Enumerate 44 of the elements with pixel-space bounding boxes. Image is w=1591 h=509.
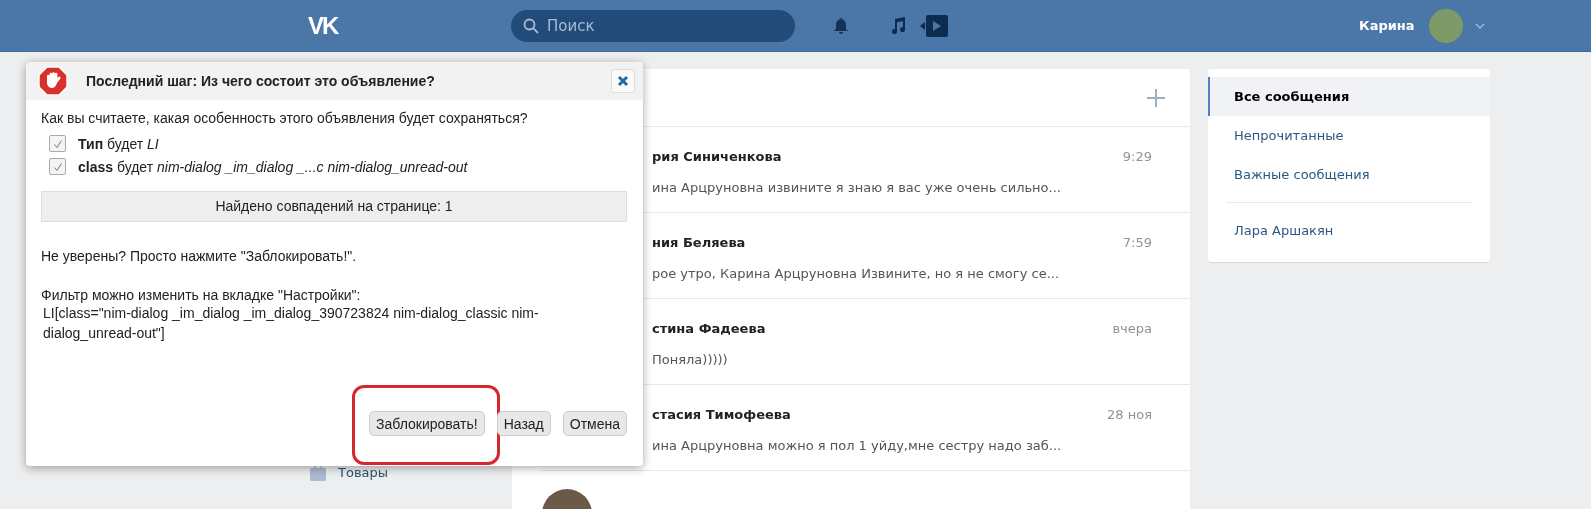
message-preview[interactable]: Поняла))))) [652, 352, 1152, 367]
contact-name[interactable]: ния Беляева [652, 235, 746, 250]
contact-name[interactable]: стасия Тимофеева [652, 407, 791, 422]
hint-text: Не уверены? Просто нажмите "Заблокировать!". [41, 248, 358, 264]
contact-name[interactable]: стина Фадеева [652, 321, 766, 336]
menu-item-label: Товары [338, 464, 389, 480]
filter-item[interactable]: Все сообщения [1208, 77, 1490, 116]
avatar-photo[interactable] [1428, 8, 1463, 43]
checkbox[interactable] [49, 135, 66, 152]
user-name[interactable]: Карина [1359, 18, 1415, 33]
message-preview[interactable]: рое утро, Карина Арцруновна Извините, но я не смогу се... [652, 266, 1152, 281]
message-time: 7:59 [1122, 235, 1152, 250]
filter-label: Фильтр можно изменить на вкладке "Настройки": [41, 287, 362, 303]
message-preview[interactable]: ина Арцруновна извините я знаю я вас уже очень сильно... [652, 180, 1152, 195]
search-field[interactable]: Поиск [511, 9, 795, 42]
filter-item[interactable]: Важные сообщения [1208, 155, 1490, 194]
filter-rule: LI[class="nim-dialog _im_dialog _im_dialog_390723824 nim-dialog_classic nim-dialog_unread-out"] [43, 304, 540, 343]
contact-name[interactable]: рия Синиченкова [652, 149, 782, 164]
checkbox[interactable] [49, 158, 66, 175]
dialog-button[interactable]: Заблокировать! [369, 411, 485, 436]
message-time: 28 ноя [1107, 407, 1152, 422]
logo[interactable]: VK [308, 11, 350, 40]
dialog-button[interactable]: Отмена [562, 411, 627, 436]
plus-icon[interactable] [1147, 88, 1165, 107]
close-button[interactable] [611, 69, 635, 93]
message-time: 9:29 [1122, 149, 1152, 164]
shopping-bag-icon [310, 463, 326, 481]
match-count-bar: Найдено совпадений на странице: 1 [41, 191, 627, 222]
play-icon[interactable] [920, 13, 948, 38]
filter-item[interactable]: Лара Аршакян [1208, 211, 1490, 250]
dialog-button[interactable]: Назад [496, 411, 551, 436]
option-label: class будет nim-dialog _im_dialog _...c nim-dialog_unread-out [78, 158, 468, 175]
message-time: вчера [1112, 321, 1152, 336]
chevron-down-icon[interactable] [1474, 22, 1485, 29]
filter-item[interactable]: Непрочитанные [1208, 116, 1490, 155]
message-preview[interactable]: ина Арцруновна можно я пол 1 уйду,мне сестру надо заб... [652, 438, 1152, 453]
menu-item[interactable]: Товары [302, 463, 512, 481]
stop-hand-icon [38, 66, 68, 96]
close-icon [617, 75, 629, 87]
checkmark-icon [52, 161, 63, 172]
dialog-title: Последний шаг: Из чего состоит это объявление? [86, 73, 436, 89]
checkmark-icon [52, 138, 63, 149]
option-label: Тип будет LI [78, 135, 159, 152]
question-text: Как вы считаете, какая особенность этого объявления будет сохраняться? [41, 110, 529, 126]
